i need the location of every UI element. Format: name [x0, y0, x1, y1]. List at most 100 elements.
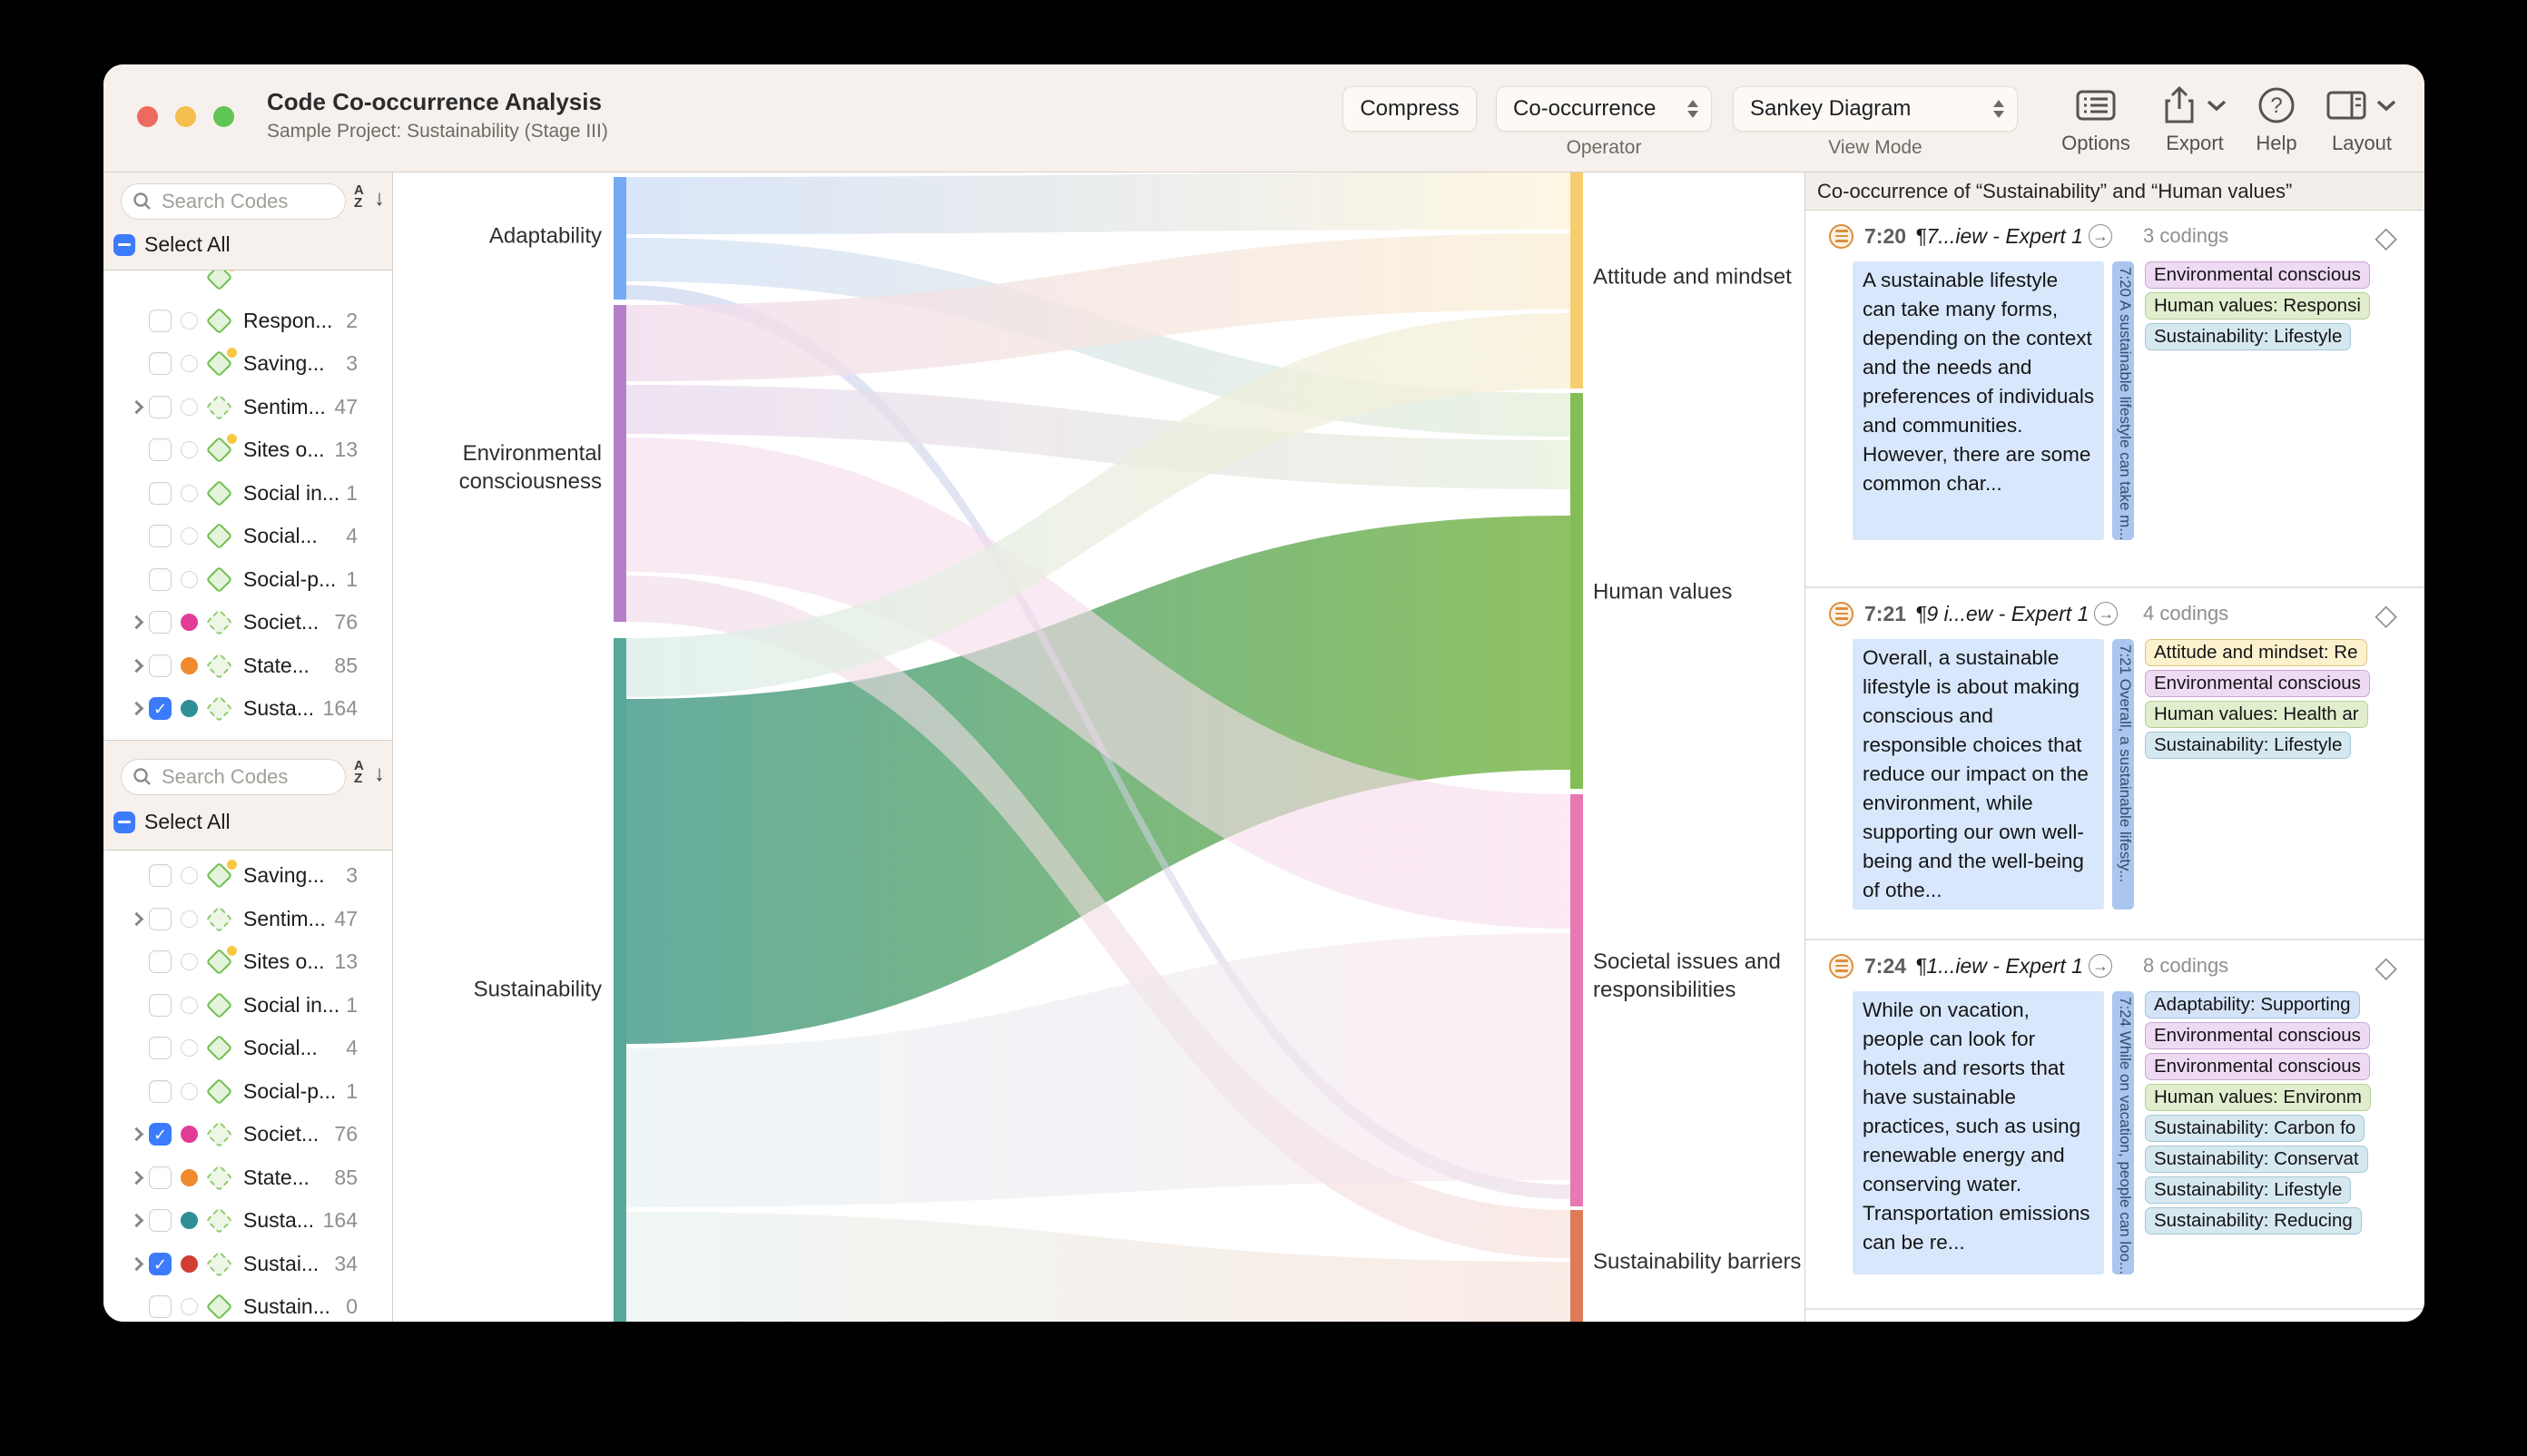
coding-pill[interactable]: Sustainability: Conservat	[2145, 1146, 2368, 1173]
code-list-item[interactable]: Social-p... 1	[103, 558, 392, 602]
coding-pill[interactable]: Sustainability: Lifestyle	[2145, 732, 2351, 759]
sort-az-icon[interactable]: AZ↓	[354, 760, 385, 794]
code-checkbox[interactable]	[149, 1166, 172, 1189]
code-checkbox[interactable]: ✓	[149, 1123, 172, 1146]
sankey-node[interactable]	[1570, 1210, 1583, 1322]
zoom-window-button[interactable]	[213, 106, 234, 127]
diamond-icon[interactable]: ◇	[2375, 949, 2397, 984]
code-checkbox[interactable]	[149, 1209, 172, 1232]
coding-pill[interactable]: Environmental conscious	[2145, 670, 2370, 697]
chevron-right-icon[interactable]	[130, 658, 144, 673]
quotation-text[interactable]: While on vacation, people can look for h…	[1853, 991, 2104, 1274]
code-checkbox[interactable]	[149, 908, 172, 930]
diamond-icon[interactable]: ◇	[2375, 220, 2397, 254]
minimize-window-button[interactable]	[175, 106, 196, 127]
search-codes-field-2[interactable]	[121, 759, 346, 795]
select-all-row-1[interactable]: Select All	[113, 232, 231, 257]
quotation-text[interactable]: A sustainable lifestyle can take many fo…	[1853, 261, 2104, 540]
code-list-item[interactable]: ✓ Susta... 164	[103, 687, 392, 731]
coding-pill[interactable]: Environmental conscious	[2145, 261, 2370, 289]
sankey-node[interactable]	[1570, 393, 1583, 789]
code-checkbox[interactable]	[149, 438, 172, 461]
select-all-checkbox-1[interactable]	[113, 234, 135, 256]
select-all-row-2[interactable]: Select All	[113, 810, 231, 834]
code-checkbox[interactable]	[149, 1080, 172, 1103]
sankey-node[interactable]	[614, 177, 626, 300]
code-list-item[interactable]: Social... 4	[103, 1027, 392, 1070]
coding-pill[interactable]: Sustainability: Lifestyle	[2145, 323, 2351, 350]
chevron-right-icon[interactable]	[130, 1170, 144, 1185]
coding-pill[interactable]: Environmental conscious	[2145, 1053, 2370, 1080]
chevron-right-icon[interactable]	[130, 1256, 144, 1271]
code-list-item[interactable]: Saving... 3	[103, 342, 392, 386]
code-checkbox[interactable]	[149, 396, 172, 418]
code-checkbox[interactable]	[149, 864, 172, 887]
code-checkbox[interactable]	[149, 310, 172, 332]
chevron-right-icon[interactable]	[130, 399, 144, 414]
select-all-checkbox-2[interactable]	[113, 812, 135, 833]
sankey-flow[interactable]	[626, 172, 1570, 234]
coding-pill[interactable]: Human values: Responsi	[2145, 292, 2370, 320]
code-list-item[interactable]: Saving... 3	[103, 854, 392, 898]
code-checkbox[interactable]	[149, 611, 172, 634]
quotation-ribbon[interactable]: 7:21 Overall, a sustainable lifesty...	[2112, 639, 2134, 910]
chevron-right-icon[interactable]	[130, 1127, 144, 1142]
code-checkbox[interactable]	[149, 482, 172, 505]
goto-quotation-icon[interactable]: →	[2089, 224, 2112, 248]
coding-pill[interactable]: Environmental conscious	[2145, 1022, 2370, 1049]
chevron-right-icon[interactable]	[130, 615, 144, 630]
sankey-node[interactable]	[614, 305, 626, 622]
quotation-text[interactable]: Overall, a sustainable lifestyle is abou…	[1853, 639, 2104, 910]
code-list-item[interactable]: ✓ Sustai... 34	[103, 1243, 392, 1286]
quotation-ribbon[interactable]: 7:20 A sustainable lifestyle can take m.…	[2112, 261, 2134, 540]
search-codes-input-1[interactable]	[160, 189, 323, 214]
compress-button[interactable]: Compress	[1342, 86, 1477, 132]
sankey-node[interactable]	[1570, 794, 1583, 1206]
code-checkbox[interactable]	[149, 654, 172, 677]
search-codes-field-1[interactable]	[121, 183, 346, 220]
help-button[interactable]: ? Help	[2233, 84, 2320, 157]
code-checkbox[interactable]	[149, 568, 172, 591]
code-list-item[interactable]	[103, 271, 392, 300]
chevron-right-icon[interactable]	[130, 911, 144, 926]
close-window-button[interactable]	[137, 106, 158, 127]
code-list-item[interactable]: Sustain... 0	[103, 1285, 392, 1322]
code-list-item[interactable]: Sites o... 13	[103, 940, 392, 984]
coding-pill[interactable]: Attitude and mindset: Re	[2145, 639, 2367, 666]
code-list-item[interactable]: State... 85	[103, 644, 392, 688]
coding-pill[interactable]: Adaptability: Supporting	[2145, 991, 2360, 1018]
code-list-item[interactable]: Susta... 164	[103, 1199, 392, 1243]
layout-button[interactable]: Layout	[2318, 84, 2405, 157]
sort-az-icon[interactable]: AZ↓	[354, 184, 385, 219]
goto-quotation-icon[interactable]: →	[2094, 602, 2118, 625]
coding-pill[interactable]: Human values: Health ar	[2145, 701, 2368, 728]
goto-quotation-icon[interactable]: →	[2089, 954, 2112, 978]
code-checkbox[interactable]	[149, 1037, 172, 1059]
options-button[interactable]: Options	[2052, 84, 2139, 157]
code-checkbox[interactable]	[149, 525, 172, 547]
code-list-item[interactable]: Sentim... 47	[103, 898, 392, 941]
code-list-item[interactable]: Sites o... 13	[103, 428, 392, 472]
coding-pill[interactable]: Sustainability: Carbon fo	[2145, 1115, 2365, 1142]
diamond-icon[interactable]: ◇	[2375, 597, 2397, 632]
code-list-item[interactable]: Social in... 1	[103, 984, 392, 1028]
quotation-ribbon[interactable]: 7:24 While on vacation, people can loo..…	[2112, 991, 2134, 1274]
code-checkbox[interactable]	[149, 1295, 172, 1318]
operator-select[interactable]: Co-occurrence	[1496, 86, 1712, 132]
code-list-item[interactable]: Social-p... 1	[103, 1070, 392, 1114]
sankey-node[interactable]	[614, 638, 626, 1322]
code-checkbox[interactable]: ✓	[149, 697, 172, 720]
coding-pill[interactable]: Sustainability: Lifestyle	[2145, 1176, 2351, 1204]
sankey-node[interactable]	[1570, 172, 1583, 389]
search-codes-input-2[interactable]	[160, 764, 323, 790]
code-list-item[interactable]: Respon... 2	[103, 300, 392, 343]
code-list-item[interactable]: Societ... 76	[103, 601, 392, 644]
code-list-item[interactable]: State... 85	[103, 1156, 392, 1200]
code-checkbox[interactable]	[149, 994, 172, 1017]
export-button[interactable]: Export	[2151, 84, 2238, 157]
code-checkbox[interactable]	[149, 352, 172, 375]
code-list-item[interactable]: ✓ Societ... 76	[103, 1113, 392, 1156]
code-checkbox[interactable]: ✓	[149, 1253, 172, 1275]
coding-pill[interactable]: Sustainability: Reducing	[2145, 1207, 2362, 1235]
code-list-item[interactable]: Sentim... 47	[103, 386, 392, 429]
